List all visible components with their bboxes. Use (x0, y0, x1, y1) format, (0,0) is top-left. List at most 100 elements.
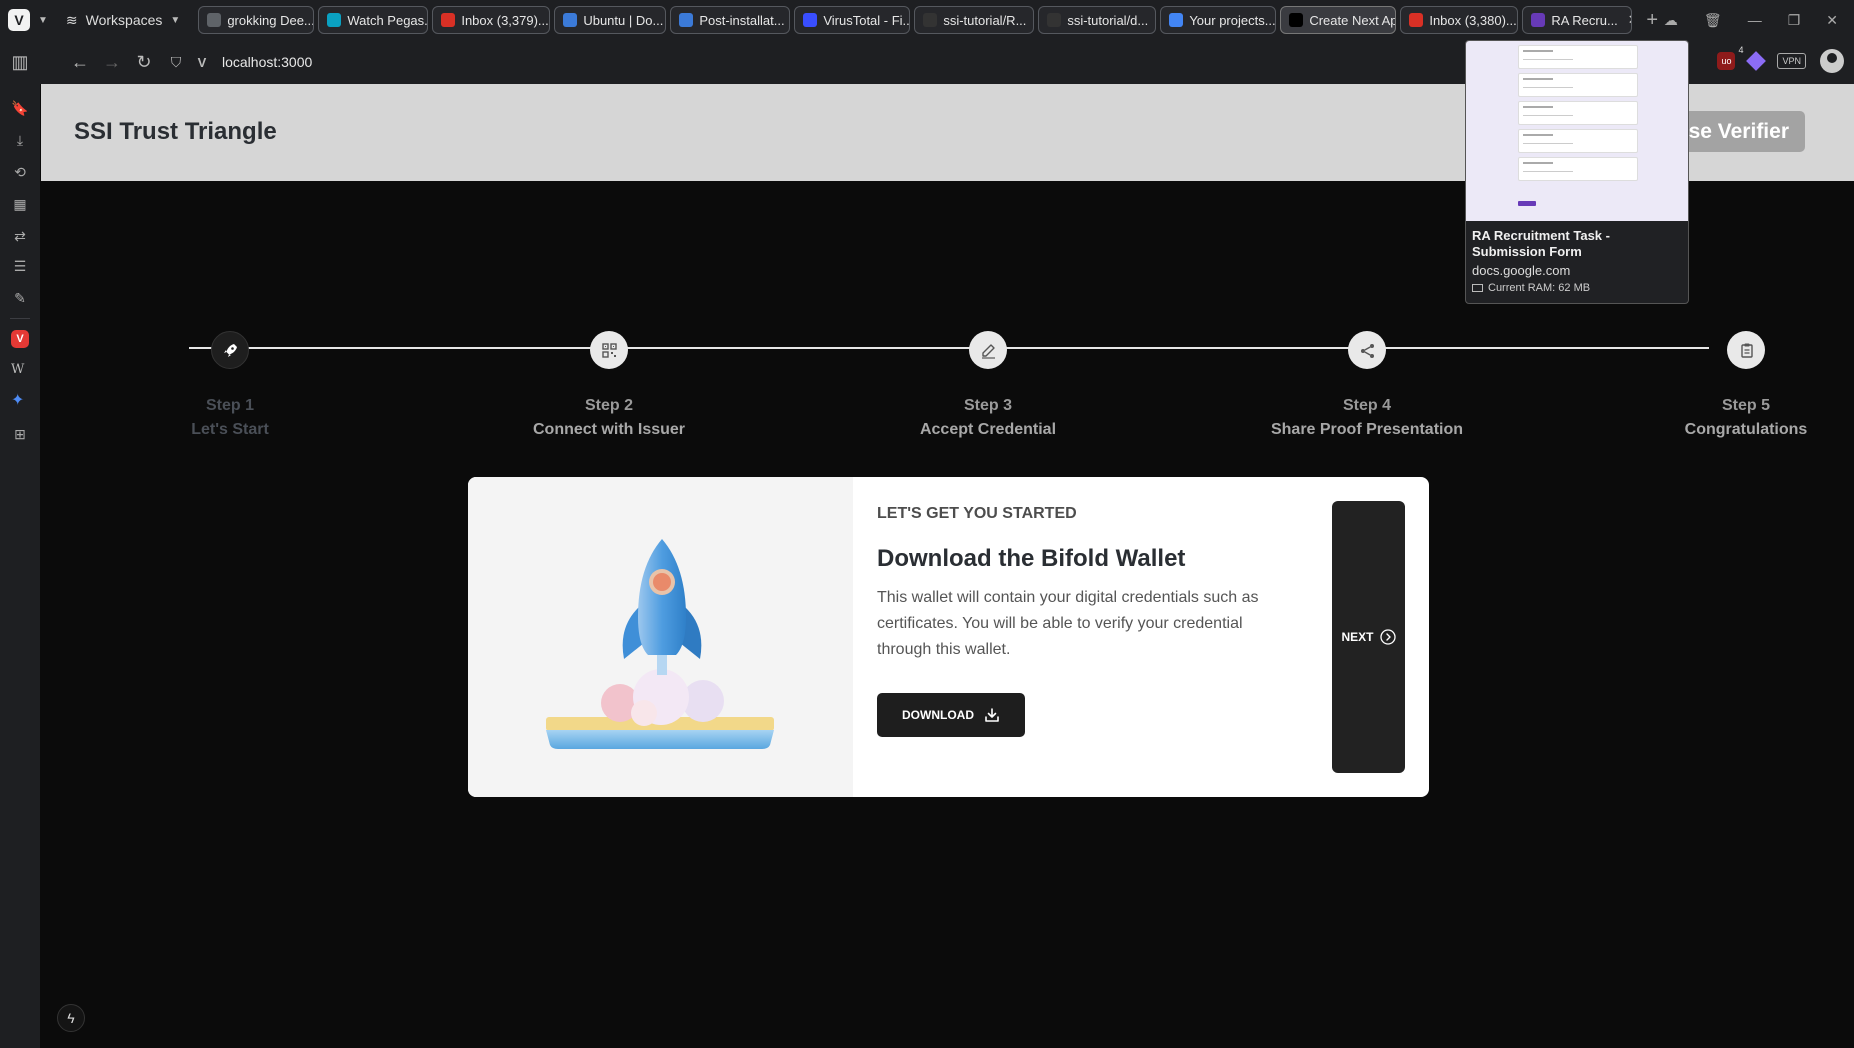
step-name: Let's Start (191, 421, 269, 438)
vivaldi-logo-icon[interactable]: V (8, 9, 30, 31)
step-number: Step 2 (584, 397, 633, 414)
rocket-icon (223, 343, 237, 357)
download-button[interactable]: DOWNLOAD (877, 693, 1025, 737)
reading-list-icon[interactable]: ☰ (10, 256, 30, 276)
url-field[interactable]: localhost:3000 (222, 54, 312, 70)
browser-tab[interactable]: VirusTotal - Fi... (794, 6, 911, 34)
browser-tab[interactable]: Watch Pegas... (318, 6, 429, 34)
translate-icon[interactable]: ⇄ (10, 226, 30, 246)
vercel-icon (1289, 13, 1304, 27)
step-name: Share Proof Presentation (1270, 421, 1464, 438)
step-name: Accept Credential (919, 421, 1057, 438)
step-circle (590, 331, 628, 369)
virustotal-icon (803, 13, 818, 27)
browser-tab-label: Inbox (3,380)... (1429, 12, 1517, 28)
step-number: Step 4 (1342, 397, 1391, 414)
gemini-panel-icon[interactable]: ✦ (11, 390, 24, 410)
site-info-icon[interactable]: V (192, 55, 212, 70)
profile-avatar[interactable] (1820, 49, 1844, 73)
panel-toggle-icon[interactable]: ▥ (10, 52, 30, 73)
vivaldi-panel-icon[interactable]: V (11, 330, 29, 348)
workspaces-button[interactable]: ≋ Workspaces ▼ (66, 12, 180, 29)
google-forms-icon (1531, 13, 1546, 27)
step-circle (1727, 331, 1765, 369)
github-icon (923, 13, 938, 27)
forward-button[interactable]: → (102, 52, 122, 73)
browser-tab[interactable]: Inbox (3,379)... (432, 6, 551, 34)
wikipedia-panel-icon[interactable]: W (11, 362, 24, 377)
rocket-illustration-svg (546, 539, 774, 749)
trash-icon[interactable]: 🗑 (1704, 12, 1722, 29)
minimize-button[interactable]: — (1748, 12, 1762, 28)
memory-icon (1472, 284, 1483, 292)
next-button[interactable]: NEXT (1332, 501, 1405, 773)
shield-icon[interactable]: ⛉ (166, 54, 186, 71)
step-circle (211, 331, 249, 369)
back-button[interactable]: ← (70, 52, 90, 73)
calendar-icon[interactable]: ▦ (10, 194, 30, 214)
browser-tab-label: Create Next Ap (1309, 12, 1397, 28)
step-card: LET'S GET YOU STARTED Download the Bifol… (468, 477, 1429, 797)
download-button-label: DOWNLOAD (902, 708, 974, 722)
tab-list: grokking Dee... Watch Pegas... Inbox (3,37… (198, 6, 1633, 34)
close-tab-icon[interactable]: ✕ (1628, 12, 1632, 28)
tab-preview-ram-text: Current RAM: 62 MB (1488, 282, 1591, 294)
globe-icon (679, 13, 694, 27)
browser-tab[interactable]: ssi-tutorial/d... (1038, 6, 1157, 34)
chevron-down-icon: ▼ (170, 14, 181, 26)
tab-strip: V ▼ ≋ Workspaces ▼ grokking Dee... Watch … (0, 0, 1854, 40)
browser-tab-label: grokking Dee... (227, 12, 315, 28)
browser-window: V ▼ ≋ Workspaces ▼ grokking Dee... Watch … (0, 0, 1854, 1048)
browser-tab-label: Watch Pegas... (347, 12, 429, 28)
form-thumb-field (1518, 45, 1638, 69)
next-button-label: NEXT (1341, 630, 1374, 644)
card-heading: Download the Bifold Wallet (877, 545, 1186, 572)
downloads-icon[interactable]: ⤓ (10, 130, 30, 150)
share-icon (1360, 343, 1374, 358)
vpn-button[interactable]: VPN (1777, 53, 1806, 69)
cloud-sync-icon[interactable]: ☁ (1664, 12, 1678, 29)
download-icon (985, 708, 999, 722)
step-circle (969, 331, 1007, 369)
bookmarks-icon[interactable]: 🔖 (10, 98, 30, 118)
extension-diamond-icon[interactable] (1746, 51, 1767, 71)
close-window-button[interactable]: ✕ (1826, 12, 1838, 29)
browser-tab[interactable]: Create Next Ap (1280, 6, 1397, 34)
step-number: Step 5 (1721, 397, 1770, 414)
ublock-icon[interactable]: uo 4 (1717, 45, 1743, 70)
step-card-content: LET'S GET YOU STARTED Download the Bifol… (877, 477, 1277, 797)
card-eyebrow: LET'S GET YOU STARTED (877, 505, 1077, 522)
rocket-illustration (468, 477, 853, 797)
browser-menu-icon[interactable]: ▼ (38, 15, 48, 26)
workspaces-label: Workspaces (85, 12, 163, 28)
browser-tab-label: Inbox (3,379)... (461, 12, 549, 28)
step-name: Congratulations (1684, 421, 1808, 438)
browser-tab[interactable]: grokking Dee... (198, 6, 315, 34)
side-panel: 🔖 ⤓ ⟲ ▦ ⇄ ☰ ✎ V W ✦ ⊞ (0, 84, 40, 1048)
reload-button[interactable]: ↻ (134, 52, 154, 73)
notes-icon[interactable]: ✎ (10, 288, 30, 308)
browser-tab[interactable]: Your projects... (1160, 6, 1277, 34)
clipboard-icon (1740, 343, 1753, 358)
card-description: This wallet will contain your digital cr… (877, 589, 1259, 658)
browser-tab[interactable]: Ubuntu | Do... (554, 6, 667, 34)
tab-preview-thumbnail (1466, 41, 1688, 221)
nextjs-dev-indicator-icon[interactable]: ϟ (57, 1004, 85, 1032)
browser-tab[interactable]: Post-installat... (670, 6, 791, 34)
browser-tab-label: VirusTotal - Fi... (823, 12, 911, 28)
github-icon (1047, 13, 1062, 27)
ublock-count: 4 (1738, 45, 1744, 55)
gmail-icon (1409, 13, 1424, 27)
browser-tab[interactable]: Inbox (3,380)... (1400, 6, 1519, 34)
history-icon[interactable]: ⟲ (10, 162, 30, 182)
google-icon (1169, 13, 1184, 27)
browser-tab[interactable]: RA Recru... ✕ (1522, 6, 1633, 34)
qr-code-icon (601, 342, 617, 358)
step-number: Step 1 (205, 397, 254, 414)
maximize-button[interactable]: ❐ (1788, 12, 1801, 29)
add-panel-icon[interactable]: ⊞ (10, 424, 30, 444)
browser-tab[interactable]: ssi-tutorial/R... (914, 6, 1035, 34)
extension-toolbar: uo 4 VPN (1717, 45, 1844, 73)
form-thumb-field (1518, 101, 1638, 125)
new-tab-button[interactable]: + (1646, 9, 1658, 32)
